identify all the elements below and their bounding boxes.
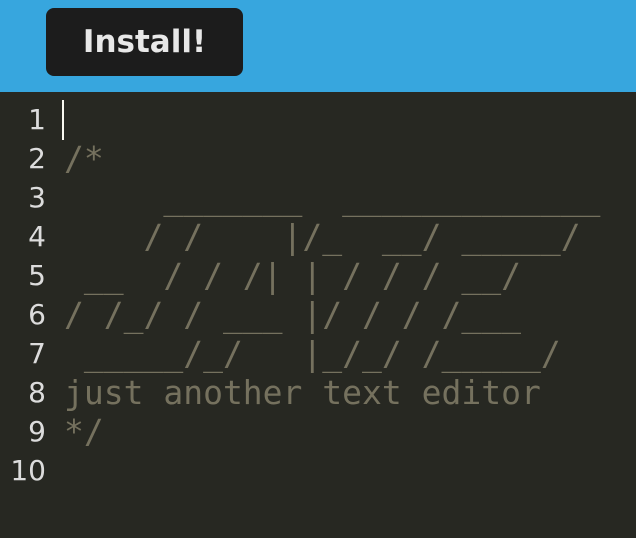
code-content[interactable]: /* _______ _____________ / / |/_ __/ ___… [64, 100, 636, 490]
line-number: 3 [28, 181, 46, 214]
line-number-gutter: 1 2 3 4 5 6 7 8 9 10 [0, 100, 56, 490]
code-editor[interactable]: 1 2 3 4 5 6 7 8 9 10 /* _______ ________… [0, 92, 636, 538]
code-line[interactable] [64, 451, 636, 490]
code-line[interactable] [64, 100, 636, 139]
line-number: 8 [28, 376, 46, 409]
line-number: 10 [10, 454, 46, 487]
line-number: 6 [28, 298, 46, 331]
install-button[interactable]: Install! [46, 8, 243, 76]
code-line[interactable]: __ / / /| | / / / __/ [64, 256, 636, 295]
line-number: 9 [28, 415, 46, 448]
code-line[interactable]: /* [64, 139, 636, 178]
code-line[interactable]: _______ _____________ [64, 178, 636, 217]
line-number: 1 [28, 103, 46, 136]
line-number: 7 [28, 337, 46, 370]
code-line[interactable]: */ [64, 412, 636, 451]
line-number: 4 [28, 220, 46, 253]
header-bar: Install! [0, 0, 636, 92]
line-number: 5 [28, 259, 46, 292]
text-cursor [62, 100, 64, 140]
code-line[interactable]: / / |/_ __/ _____/ [64, 217, 636, 256]
code-line[interactable]: just another text editor [64, 373, 636, 412]
line-number: 2 [28, 142, 46, 175]
code-line[interactable]: _____/_/ |_/_/ /_____/ [64, 334, 636, 373]
code-line[interactable]: / /_/ / ___ |/ / / /___ [64, 295, 636, 334]
